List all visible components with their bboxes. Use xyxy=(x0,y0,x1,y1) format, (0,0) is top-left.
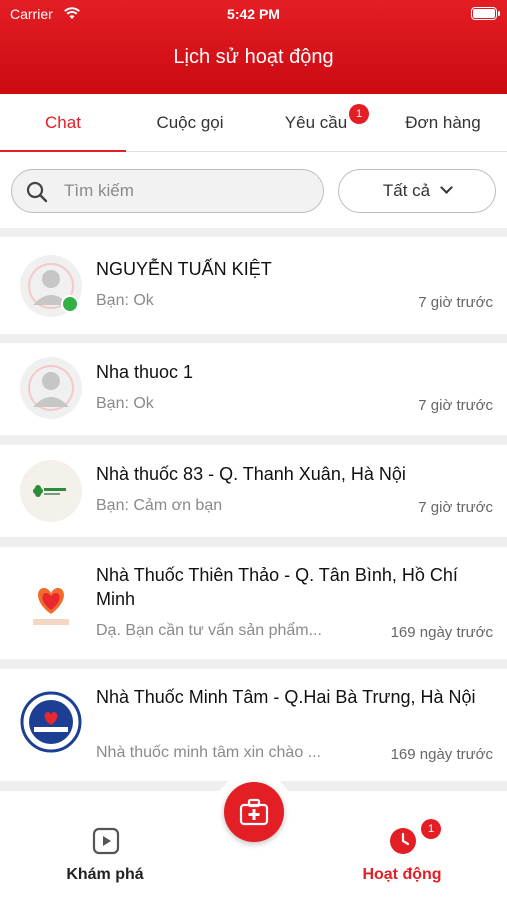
nav-label: Hoạt động xyxy=(362,866,442,883)
message-time: 7 giờ trước xyxy=(418,397,493,414)
tab-label: Chat xyxy=(45,113,81,132)
search-input[interactable] xyxy=(64,170,314,212)
pharmacy-logo xyxy=(20,460,82,522)
header: Carrier 5:42 PM Lịch sử hoạt động xyxy=(0,0,507,94)
list-item[interactable]: Nhà Thuốc Minh Tâm - Q.Hai Bà Trưng, Hà … xyxy=(0,669,507,781)
search-section: Tất cả xyxy=(0,152,507,228)
page-title: Lịch sử hoạt động xyxy=(173,46,334,68)
status-bar: Carrier 5:42 PM xyxy=(0,5,507,25)
message-preview: Nhà thuốc minh tâm xin chào ... xyxy=(96,744,321,761)
search-icon xyxy=(26,181,48,203)
conversation-name: Nha thuoc 1 xyxy=(96,362,194,382)
battery-icon xyxy=(471,7,500,20)
play-video-icon xyxy=(92,827,120,855)
pharmacy-logo xyxy=(20,691,82,753)
activity-badge: 1 xyxy=(421,819,441,839)
conversation-name: Nhà Thuốc Minh Tâm - Q.Hai Bà Trưng, Hà … xyxy=(96,687,476,707)
status-time: 5:42 PM xyxy=(227,6,280,22)
conversation-name: Nhà Thuốc Thiên Thảo - Q. Tân Bình, Hồ C… xyxy=(96,565,458,609)
list-item[interactable]: Nhà thuốc 83 - Q. Thanh Xuân, Hà Nội Bạn… xyxy=(0,445,507,537)
nav-label: Khám phá xyxy=(66,866,144,883)
tab-orders[interactable]: Đơn hàng xyxy=(380,94,506,152)
pharmacy-83-logo-icon xyxy=(33,485,66,497)
default-avatar-icon xyxy=(28,365,74,411)
thien-thao-logo-icon xyxy=(33,588,69,625)
tab-bar: Chat Cuộc gọi Yêu cầu 1 Đơn hàng xyxy=(0,94,507,153)
avatar xyxy=(20,357,82,419)
tab-label: Đơn hàng xyxy=(405,113,481,132)
list-item[interactable]: Nha thuoc 1 Bạn: Ok 7 giờ trước xyxy=(0,343,507,435)
pharmacy-logo xyxy=(20,572,82,634)
list-item[interactable]: NGUYỄN TUẤN KIỆT Bạn: Ok 7 giờ trước xyxy=(0,237,507,334)
clock-icon xyxy=(390,828,416,854)
message-time: 169 ngày trước xyxy=(390,624,493,641)
online-status-dot xyxy=(61,295,79,313)
list-item[interactable]: Nhà Thuốc Thiên Thảo - Q. Tân Bình, Hồ C… xyxy=(0,547,507,659)
tab-calls[interactable]: Cuộc gọi xyxy=(127,94,253,152)
message-time: 7 giờ trước xyxy=(418,294,493,311)
tab-label: Yêu cầu xyxy=(284,113,348,132)
minh-tam-logo-icon xyxy=(20,691,82,753)
nav-activity[interactable]: 1 Hoạt động xyxy=(302,812,502,900)
message-preview: Bạn: Ok xyxy=(96,292,154,309)
filter-label: Tất cả xyxy=(382,181,431,200)
conversation-name: Nhà thuốc 83 - Q. Thanh Xuân, Hà Nội xyxy=(96,464,406,484)
message-time: 169 ngày trước xyxy=(390,746,493,763)
tab-chat[interactable]: Chat xyxy=(0,94,126,153)
message-preview: Bạn: Cảm ơn bạn xyxy=(96,497,223,514)
conversation-name: NGUYỄN TUẤN KIỆT xyxy=(96,259,272,279)
message-preview: Bạn: Ok xyxy=(96,395,154,412)
medical-kit-button[interactable] xyxy=(224,782,284,842)
message-preview: Dạ. Bạn cần tư vấn sản phẩm... xyxy=(96,622,322,639)
filter-dropdown[interactable]: Tất cả xyxy=(338,169,496,213)
tab-requests[interactable]: Yêu cầu 1 xyxy=(253,94,379,152)
medical-kit-icon xyxy=(239,798,269,826)
search-box[interactable] xyxy=(11,169,324,213)
nav-explore[interactable]: Khám phá xyxy=(5,812,205,900)
tab-label: Cuộc gọi xyxy=(156,113,224,132)
requests-badge: 1 xyxy=(349,104,369,124)
message-time: 7 giờ trước xyxy=(418,499,493,516)
chevron-down-icon xyxy=(440,181,453,194)
